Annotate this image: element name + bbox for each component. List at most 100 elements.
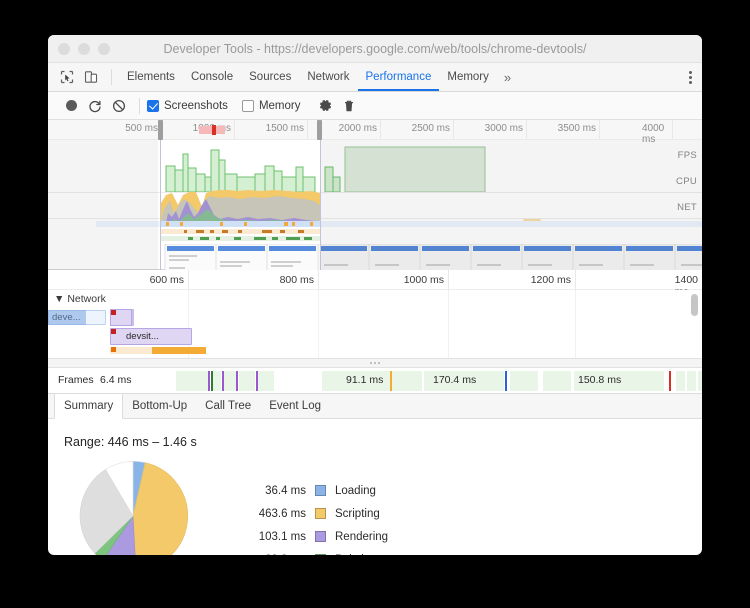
ruler-tick: 2500 ms — [411, 123, 450, 134]
overview-ruler[interactable]: 500 ms 1000 ms 1500 ms 2000 ms 2500 ms 3… — [48, 120, 702, 145]
detail-tick: 800 ms — [279, 274, 314, 286]
checkbox-box — [147, 99, 159, 112]
gear-icon[interactable] — [314, 96, 336, 116]
legend-item-loading[interactable]: 36.4 ms Loading — [244, 479, 388, 502]
tab-label: Bottom-Up — [132, 400, 188, 412]
tab-network[interactable]: Network — [299, 63, 357, 91]
tab-label: Network — [307, 71, 350, 83]
tab-label: Memory — [447, 71, 489, 83]
request-priority-marker — [111, 310, 116, 315]
tab-label: Summary — [64, 400, 114, 412]
ruler-tick: 1500 ms — [265, 123, 304, 134]
activity-pie-chart — [79, 460, 188, 555]
legend-swatch-rendering — [315, 531, 326, 542]
network-group-header[interactable]: ▼ Network — [54, 293, 106, 305]
ruler-tick: 2000 ms — [338, 123, 377, 134]
summary-pane: Range: 446 ms – 1.46 s 36.4 ms Loading 4… — [48, 419, 702, 555]
maximize-button[interactable] — [98, 42, 110, 55]
legend-item-painting[interactable]: 29.3 ms Painting — [244, 548, 388, 555]
tab-label: Elements — [127, 71, 175, 83]
detail-tick: 1000 ms — [403, 274, 444, 286]
legend-item-scripting[interactable]: 463.6 ms Scripting — [244, 502, 388, 525]
checkbox-label: Memory — [258, 99, 301, 112]
selection-handle-left[interactable] — [158, 120, 163, 140]
tab-call-tree[interactable]: Call Tree — [196, 394, 260, 418]
tab-label: Performance — [365, 71, 432, 83]
legend-label: Loading — [335, 484, 376, 497]
more-tabs-chevron-icon[interactable]: » — [497, 70, 517, 85]
legend-value: 36.4 ms — [265, 484, 306, 497]
legend-label: Scripting — [335, 507, 380, 520]
selection-edge-right[interactable] — [320, 140, 321, 270]
frame-duration-1: 6.4 ms — [100, 374, 132, 386]
detail-tick: 1200 ms — [530, 274, 571, 286]
request-bar-transfer — [152, 347, 206, 354]
timeline-overview[interactable]: 500 ms 1000 ms 1500 ms 2000 ms 2500 ms 3… — [48, 120, 702, 290]
ruler-tick: 3500 ms — [557, 123, 596, 134]
legend-item-rendering[interactable]: 103.1 ms Rendering — [244, 525, 388, 548]
tab-memory[interactable]: Memory — [439, 63, 497, 91]
flame-chart[interactable]: ▼ Network deve... devsit... — [48, 290, 702, 358]
frame-duration-2: 91.1 ms — [346, 374, 384, 386]
frame-duration-4: 150.8 ms — [578, 374, 622, 386]
inspect-element-icon[interactable] — [56, 67, 78, 87]
detail-ruler[interactable]: 600 ms 800 ms 1000 ms 1200 ms 1400 ms — [48, 270, 702, 298]
selection-handle-right[interactable] — [317, 120, 322, 140]
tab-label: Sources — [249, 71, 292, 83]
window-title: Developer Tools - https://developers.goo… — [163, 41, 587, 56]
range-label: Range: 446 ms – 1.46 s — [64, 435, 197, 449]
legend-label: Rendering — [335, 530, 389, 543]
group-expander-icon[interactable]: ▼ — [54, 293, 64, 305]
frames-title: Frames — [58, 374, 94, 386]
request-marker-3 — [111, 347, 116, 352]
legend-label: Painting — [335, 554, 377, 556]
legend-swatch-loading — [315, 485, 326, 496]
window-controls — [48, 42, 110, 55]
request-tail — [132, 309, 134, 326]
tab-label: Console — [190, 71, 234, 83]
tab-console[interactable]: Console — [183, 63, 241, 91]
devtools-tabstrip: Elements Console Sources Network Perform… — [48, 63, 702, 92]
record-button[interactable] — [60, 96, 82, 116]
legend-swatch-scripting — [315, 508, 326, 519]
tab-sources[interactable]: Sources — [241, 63, 299, 91]
panel-resize-handle[interactable] — [48, 358, 702, 368]
network-request-devsite[interactable]: devsit... — [110, 328, 192, 345]
request-label: devsit... — [126, 331, 159, 342]
reload-and-record-icon[interactable] — [84, 96, 106, 116]
marker-redline — [212, 125, 216, 135]
group-label: Network — [67, 293, 106, 305]
close-button[interactable] — [58, 42, 70, 55]
selection-dim-right — [321, 140, 702, 270]
overview-graphs[interactable]: FPS CPU NET — [48, 140, 702, 290]
activity-legend: 36.4 ms Loading 463.6 ms Scripting 103.1… — [244, 479, 388, 555]
tab-bottom-up[interactable]: Bottom-Up — [123, 394, 196, 418]
ruler-tick: 3000 ms — [484, 123, 523, 134]
legend-swatch-painting — [315, 554, 326, 555]
clear-recording-icon[interactable] — [108, 96, 130, 116]
selection-edge-left[interactable] — [160, 140, 161, 270]
tab-event-log[interactable]: Event Log — [260, 394, 330, 418]
minimize-button[interactable] — [78, 42, 90, 55]
tab-performance[interactable]: Performance — [358, 63, 440, 91]
more-options-icon[interactable] — [679, 70, 702, 84]
legend-value: 103.1 ms — [258, 530, 306, 543]
legend-value: 29.3 ms — [244, 554, 306, 556]
detail-tabbar: Summary Bottom-Up Call Tree Event Log — [48, 393, 702, 419]
request-bar-download — [48, 310, 86, 325]
memory-checkbox[interactable]: Memory — [241, 99, 301, 112]
tab-label: Call Tree — [205, 400, 252, 412]
flame-scrollbar-thumb[interactable] — [691, 294, 698, 316]
checkbox-label: Screenshots — [164, 99, 228, 112]
tab-elements[interactable]: Elements — [119, 63, 183, 91]
trash-icon[interactable] — [338, 96, 360, 116]
devtools-window: Developer Tools - https://developers.goo… — [48, 35, 702, 555]
frames-track[interactable]: Frames 6.4 ms 91.1 ms 170.4 ms 150.8 ms — [48, 368, 702, 394]
device-toolbar-icon[interactable] — [80, 67, 102, 87]
tab-summary[interactable]: Summary — [54, 393, 124, 419]
detail-tick: 600 ms — [149, 274, 184, 286]
window-titlebar: Developer Tools - https://developers.goo… — [48, 35, 702, 63]
toolbar-divider — [111, 69, 112, 85]
tab-label: Event Log — [269, 400, 321, 412]
screenshots-checkbox[interactable]: Screenshots — [147, 99, 228, 112]
